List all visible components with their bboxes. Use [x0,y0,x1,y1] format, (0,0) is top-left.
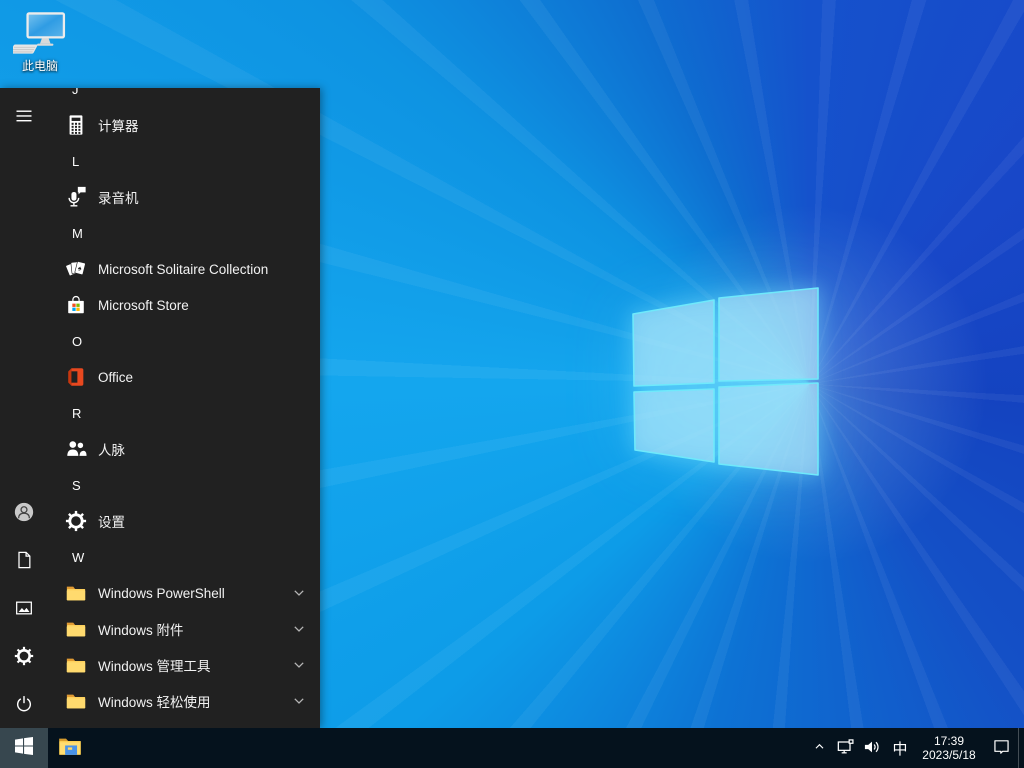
group-partially-visible[interactable] [48,719,320,728]
app-people[interactable]: 人脉 [48,431,320,467]
group-windows-ease-of-access[interactable]: Windows 轻松使用 [48,683,320,719]
app-item-label: 设置 [98,515,125,530]
chevron-up-icon [811,738,828,758]
folder-icon [64,653,88,677]
chevron-down-icon [294,698,304,704]
show-desktop-button[interactable] [1018,728,1024,768]
rail-button-settings[interactable] [0,632,48,680]
chevron-down-icon [294,662,304,668]
this-pc-icon [13,12,66,54]
system-tray: 中 17:39 2023/5/18 [807,728,1024,768]
rail-button-expand-start-menu[interactable] [0,92,48,140]
section-letter-label: M [72,225,83,241]
action-center-button[interactable] [984,728,1018,768]
section-letter-label: L [72,153,80,169]
start-button[interactable] [0,728,48,768]
calculator-icon [64,113,88,137]
windows-logo [632,287,819,476]
desktop-icon-label: 此电脑 [21,59,58,73]
rail-button-user-account[interactable] [0,488,48,536]
ime-indicator[interactable]: 中 [886,728,914,768]
solitaire-icon: ♠ [64,257,88,281]
rail-button-power[interactable] [0,680,48,728]
taskbar: 中 17:39 2023/5/18 [0,728,1024,768]
file-explorer-button[interactable] [48,728,92,768]
action-center-icon [991,736,1012,760]
app-item-label: 录音机 [98,191,139,206]
section-letter-label: J [72,88,79,97]
voice-recorder-icon [64,185,88,209]
section-letter-j[interactable]: J [48,88,320,107]
pictures-icon [14,598,34,618]
section-letter-label: O [72,333,83,349]
volume-button[interactable] [858,728,886,768]
tray-expand-button[interactable] [807,728,831,768]
app-item-label: Microsoft Store [98,297,189,313]
section-letter-label: W [72,549,85,565]
gear-icon [14,646,34,666]
user-icon [13,501,35,523]
app-item-label: Windows 附件 [98,623,184,638]
app-office[interactable]: Office [48,359,320,395]
app-item-label: 人脉 [98,443,125,458]
section-letter-m[interactable]: M [48,215,320,251]
app-item-label: Microsoft Solitaire Collection [98,261,269,277]
clock-date: 2023/5/18 [922,748,976,762]
app-microsoft-store[interactable]: Microsoft Store [48,287,320,323]
rail-button-pictures[interactable] [0,584,48,632]
section-letter-o[interactable]: O [48,323,320,359]
desktop-icon-this-pc[interactable]: 此电脑 [9,12,71,74]
app-item-label: Windows 管理工具 [98,659,211,674]
app-item-label: 计算器 [98,119,139,134]
group-windows-powershell[interactable]: Windows PowerShell [48,575,320,611]
documents-icon [14,550,34,570]
rail-button-documents[interactable] [0,536,48,584]
group-windows-admin-tools[interactable]: Windows 管理工具 [48,647,320,683]
app-item-label: Office [98,369,134,385]
office-icon [64,365,88,389]
section-letter-l[interactable]: L [48,143,320,179]
start-menu-app-list: J 计算器 L 录音机 M ♠ Microsoft Solitaire Collection… [48,88,320,728]
chevron-down-icon [294,590,304,596]
folder-icon [64,689,88,713]
app-calculator[interactable]: 计算器 [48,107,320,143]
network-button[interactable] [831,728,858,768]
hamburger-icon [14,106,34,126]
start-menu-rail [0,88,48,728]
section-letter-r[interactable]: R [48,395,320,431]
windows-flag-icon [15,736,33,760]
folder-icon [64,617,88,641]
power-icon [14,694,34,714]
taskbar-clock[interactable]: 17:39 2023/5/18 [914,728,984,768]
folder-icon [64,581,88,605]
file-explorer-icon [57,733,83,764]
gear-icon [64,509,88,533]
network-icon [835,737,855,760]
people-icon [64,437,88,461]
section-letter-s[interactable]: S [48,467,320,503]
app-voice-recorder[interactable]: 录音机 [48,179,320,215]
group-windows-accessories[interactable]: Windows 附件 [48,611,320,647]
section-letter-label: R [72,405,82,421]
section-letter-w[interactable]: W [48,539,320,575]
chevron-down-icon [294,626,304,632]
app-settings[interactable]: 设置 [48,503,320,539]
app-item-label: Windows PowerShell [98,585,225,601]
volume-icon [862,737,882,760]
start-menu: J 计算器 L 录音机 M ♠ Microsoft Solitaire Collection… [0,88,320,728]
store-icon [64,293,88,317]
section-letter-label: S [72,477,81,493]
app-item-label: Windows 轻松使用 [98,695,211,710]
clock-time: 17:39 [933,734,965,748]
app-solitaire-collection[interactable]: ♠ Microsoft Solitaire Collection [48,251,320,287]
